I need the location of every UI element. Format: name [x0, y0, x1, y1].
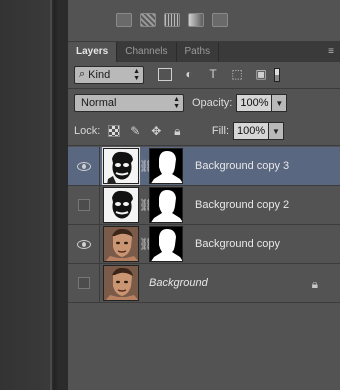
- fill-label: Fill:: [211, 125, 229, 137]
- type-layer-filter-icon[interactable]: T: [206, 68, 220, 81]
- layer-thumbnail[interactable]: [103, 226, 139, 262]
- hidden-visibility-box: [77, 199, 90, 211]
- tab-layers[interactable]: Layers: [68, 42, 118, 62]
- blend-mode-value: Normal: [81, 97, 117, 109]
- layer-mask-thumbnail[interactable]: [149, 226, 183, 262]
- layer-filter-row: ⌕ Kind ▲ ▼ ◐ T ⬚ ▣: [68, 62, 340, 87]
- visibility-toggle[interactable]: [68, 263, 100, 303]
- color-lookup-icon[interactable]: [212, 13, 228, 27]
- layer-name[interactable]: Background: [149, 277, 208, 289]
- layers-panel: Layers Channels Paths ≡ ⌕ Kind ▲ ▼ ◐ T ⬚ …: [68, 0, 340, 390]
- blend-row: Normal ▲ ▼ Opacity: 100% ▼: [68, 92, 340, 114]
- filter-kind-select[interactable]: ⌕ Kind ▲ ▼: [74, 65, 144, 84]
- tab-paths[interactable]: Paths: [177, 42, 220, 62]
- opacity-dropdown-icon[interactable]: ▼: [272, 94, 288, 112]
- select-arrows-icon: ▲ ▼: [173, 96, 180, 110]
- fill-dropdown-icon[interactable]: ▼: [269, 122, 284, 140]
- hidden-visibility-box: [77, 277, 90, 289]
- link-chain-icon[interactable]: ⛓: [139, 237, 154, 251]
- link-chain-icon[interactable]: ⛓: [139, 159, 154, 173]
- fill-group: Fill: 100% ▼: [204, 122, 284, 140]
- select-arrows-icon: ▲ ▼: [133, 67, 140, 82]
- adjustment-layer-filter-icon[interactable]: ◐: [182, 68, 196, 81]
- lock-label: Lock:: [74, 125, 101, 137]
- opacity-label: Opacity:: [192, 97, 233, 109]
- lock-row: Lock: ✎ ✥ 🔒︎ Fill: 100% ▼: [68, 120, 340, 142]
- visibility-toggle[interactable]: [68, 185, 100, 225]
- lock-icon: 🔒︎: [311, 277, 318, 291]
- opacity-input[interactable]: 100%: [236, 94, 273, 112]
- eye-icon: [76, 239, 91, 249]
- lock-transparency-icon[interactable]: [108, 125, 121, 137]
- layer-mask-thumbnail[interactable]: [149, 148, 183, 184]
- visibility-toggle[interactable]: [68, 146, 100, 186]
- tab-channels[interactable]: Channels: [117, 42, 177, 62]
- dock-edge: [50, 0, 52, 390]
- layer-row[interactable]: ⛓ Background copy 2: [68, 185, 340, 225]
- filter-icons: ◐ T ⬚ ▣: [158, 68, 268, 81]
- layer-row[interactable]: ⛓ Background copy 3: [68, 146, 340, 186]
- blend-mode-select[interactable]: Normal ▲ ▼: [74, 94, 184, 112]
- black-white-icon[interactable]: [140, 13, 156, 27]
- divider: [68, 88, 340, 89]
- filter-toggle-switch[interactable]: [274, 67, 280, 82]
- visibility-toggle[interactable]: [68, 224, 100, 264]
- adjustments-strip: [68, 0, 340, 42]
- layer-row[interactable]: Background 🔒︎: [68, 263, 340, 303]
- layer-mask-thumbnail[interactable]: [149, 187, 183, 223]
- layer-thumbnail[interactable]: [103, 265, 139, 301]
- fill-input[interactable]: 100%: [233, 122, 269, 140]
- divider: [68, 145, 340, 146]
- filter-kind-label: Kind: [88, 68, 111, 81]
- link-chain-icon[interactable]: ⛓: [139, 198, 154, 212]
- layer-thumbnail[interactable]: [103, 187, 139, 223]
- lock-icons: ✎ ✥ 🔒︎: [108, 125, 183, 137]
- layer-name[interactable]: Background copy 2: [195, 199, 289, 211]
- layer-thumbnail[interactable]: [102, 147, 140, 185]
- layer-row[interactable]: ⛓ Background copy: [68, 224, 340, 264]
- left-dock-strip: [0, 0, 58, 390]
- eye-icon: [76, 161, 91, 171]
- layers-list: ⛓ Background copy 3 ⛓ Background copy 2 …: [68, 146, 340, 303]
- adjustment-icons: [116, 13, 228, 27]
- layer-name[interactable]: Background copy: [195, 238, 280, 250]
- layer-name[interactable]: Background copy 3: [195, 160, 289, 172]
- shape-layer-filter-icon[interactable]: ⬚: [230, 68, 244, 81]
- panel-tab-bar: Layers Channels Paths ≡: [68, 42, 340, 62]
- channel-mixer-icon[interactable]: [188, 13, 204, 27]
- photo-filter-icon[interactable]: [164, 13, 180, 27]
- lock-paint-brush-icon[interactable]: ✎: [129, 125, 141, 137]
- panel-menu-icon[interactable]: ≡: [322, 42, 340, 62]
- pixel-layer-filter-icon[interactable]: [158, 68, 172, 81]
- lock-position-move-icon[interactable]: ✥: [150, 125, 162, 137]
- search-icon: ⌕: [79, 68, 86, 80]
- smart-object-filter-icon[interactable]: ▣: [254, 68, 268, 81]
- lock-all-icon[interactable]: 🔒︎: [171, 125, 183, 137]
- color-balance-icon[interactable]: [116, 13, 132, 27]
